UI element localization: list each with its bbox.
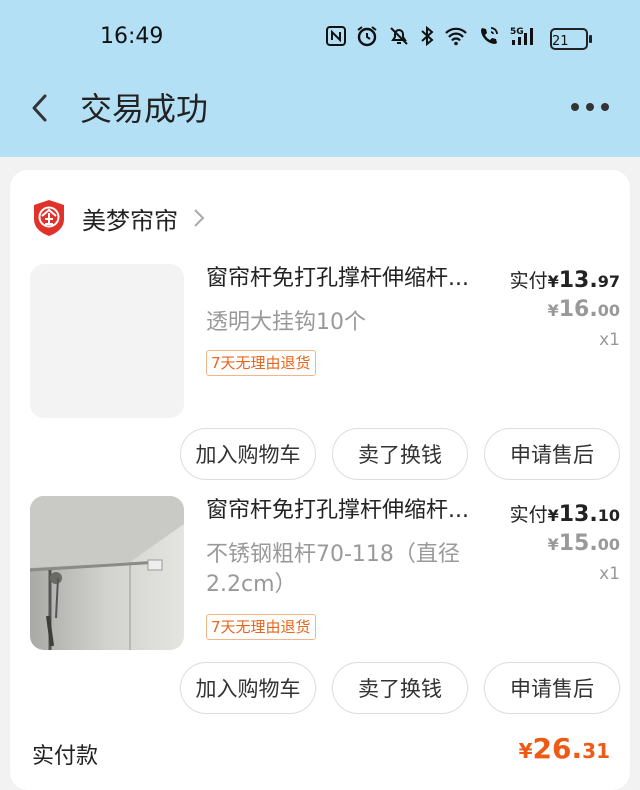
total-decimal: 31 [582,739,610,763]
paid-decimal: 97 [597,272,620,291]
back-arrow-icon [32,94,47,122]
header: 16:49 5G 21 交易成功 [0,0,640,157]
svg-text:5G: 5G [510,27,524,37]
shop-name: 美梦帘帘 [82,206,178,235]
order-item[interactable]: 窗帘杆免打孔撑杆伸缩杆... 不锈钢粗杆70-118（直径2.2cm） 7天无理… [30,496,620,726]
more-button[interactable] [570,92,610,122]
add-to-cart-button[interactable]: 加入购物车 [180,428,316,480]
paid-integer: 13. [558,268,598,293]
item-actions: 加入购物车 卖了换钱 申请售后 [180,428,620,480]
nav-bar: 交易成功 [0,72,640,142]
paid-price: 实付¥13.10 [510,500,620,527]
orig-decimal: 00 [597,535,620,554]
product-thumbnail[interactable] [30,264,184,418]
total-label: 实付款 [32,744,99,769]
item-actions: 加入购物车 卖了换钱 申请售后 [180,662,620,714]
paid-price: 实付¥13.97 [510,266,620,293]
original-price: ¥15.00 [510,531,620,556]
status-bar: 16:49 5G 21 [0,0,640,72]
shop-logo-icon [34,200,64,236]
price-column: 实付¥13.97 ¥16.00 x1 [510,266,620,350]
orig-integer: 15. [558,531,598,556]
product-spec: 不锈钢粗杆70-118（直径2.2cm） [206,542,460,597]
price-column: 实付¥13.10 ¥15.00 x1 [510,500,620,584]
mute-icon [388,25,410,52]
paid-label: 实付 [509,504,548,526]
paid-decimal: 10 [597,506,620,525]
orig-decimal: 00 [597,301,620,320]
after-sale-button[interactable]: 申请售后 [484,428,620,480]
battery-level: 21 [552,33,569,49]
order-item[interactable]: 窗帘杆免打孔撑杆伸缩杆... 透明大挂钩10个 7天无理由退货 实付¥13.97… [30,264,620,484]
product-thumbnail[interactable] [30,496,184,650]
order-card: 美梦帘帘 窗帘杆免打孔撑杆伸缩杆... 透明大挂钩10个 7天无理由退货 实付¥… [10,170,630,790]
status-icons: 5G 21 [326,25,592,52]
resell-button[interactable]: 卖了换钱 [332,662,468,714]
resell-button[interactable]: 卖了换钱 [332,428,468,480]
shop-row[interactable]: 美梦帘帘 [32,198,206,238]
orig-integer: 16. [558,297,598,322]
add-to-cart-button[interactable]: 加入购物车 [180,662,316,714]
total-yen: ¥ [518,739,533,763]
back-button[interactable] [22,88,56,128]
chevron-right-icon [194,209,205,227]
page-title: 交易成功 [80,90,209,128]
total-integer: 26. [532,732,583,765]
return-policy-badge: 7天无理由退货 [206,350,316,376]
wifi-icon [444,26,468,51]
battery-icon: 21 [550,27,592,50]
bluetooth-icon [420,25,434,52]
after-sale-button[interactable]: 申请售后 [484,662,620,714]
return-policy-badge: 7天无理由退货 [206,614,316,640]
paid-integer: 13. [558,502,598,527]
quantity: x1 [599,564,620,584]
more-dots-icon [571,103,609,111]
total-price: ¥26.31 [519,732,610,765]
product-title: 窗帘杆免打孔撑杆伸缩杆... [206,498,469,523]
orig-yen: ¥ [547,301,559,320]
5g-signal-icon: 5G [510,25,540,52]
product-photo [30,496,184,650]
product-spec: 透明大挂钩10个 [206,310,366,335]
nfc-icon [326,26,346,51]
original-price: ¥16.00 [510,297,620,322]
paid-label: 实付 [509,270,548,292]
wifi-call-icon [478,25,500,52]
paid-yen: ¥ [547,272,559,291]
total-row: 实付款 ¥26.31 [32,732,610,776]
paid-yen: ¥ [547,506,559,525]
quantity: x1 [599,330,620,350]
status-time: 16:49 [100,24,164,49]
alarm-icon [356,25,378,52]
product-title: 窗帘杆免打孔撑杆伸缩杆... [206,266,469,291]
orig-yen: ¥ [547,535,559,554]
